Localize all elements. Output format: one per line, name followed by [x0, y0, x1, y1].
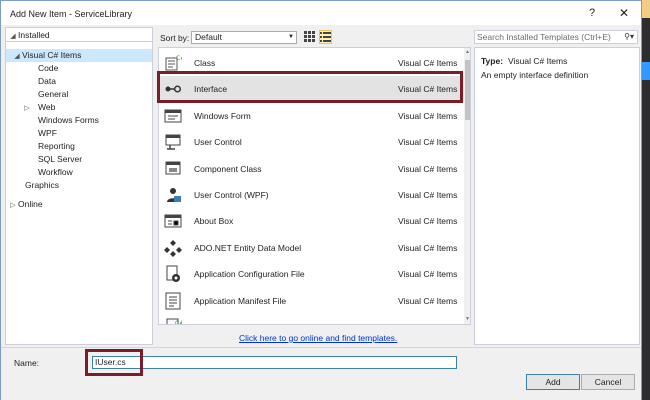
template-details-pane: Type: Visual C# Items An empty interface… [474, 47, 640, 345]
name-input[interactable]: IUser.cs [92, 356, 457, 369]
template-category: Visual C# Items [398, 163, 458, 174]
template-item-user-control[interactable]: User Control Visual C# Items [159, 129, 464, 155]
tree-item-reporting[interactable]: Reporting [38, 140, 75, 153]
template-item-windows-form[interactable]: Windows Form Visual C# Items [159, 103, 464, 129]
template-item-assembly-information-file[interactable]: C# Assembly Information File Visual C# Ite… [159, 314, 464, 325]
type-value: Visual C# Items [508, 56, 568, 66]
sort-by-select[interactable]: Default ▼ [191, 31, 297, 44]
divider [6, 41, 152, 42]
manifest-file-icon [164, 292, 182, 310]
template-category: Visual C# Items [398, 269, 458, 280]
ide-background [642, 0, 650, 400]
scrollbar-thumb[interactable] [465, 60, 470, 120]
list-icon [320, 32, 331, 42]
template-category: Visual C# Items [398, 216, 458, 227]
template-item-component-class[interactable]: Component Class Visual C# Items [159, 156, 464, 182]
tree-item-visual-csharp[interactable]: ◢ Visual C# Items [6, 49, 152, 62]
close-button[interactable]: ✕ [619, 6, 629, 20]
tree-item-sql-server[interactable]: SQL Server [38, 153, 82, 166]
medium-icons-view-button[interactable] [303, 30, 316, 44]
sort-by-label: Sort by: [160, 33, 190, 43]
template-item-ado-net-entity-data-model[interactable]: ADO.NET Entity Data Model Visual C# Items [159, 235, 464, 261]
collapsed-arrow-icon[interactable]: ▷ [22, 102, 32, 115]
template-category: Visual C# Items [398, 58, 458, 68]
dialog-title: Add New Item - ServiceLibrary [10, 9, 133, 19]
template-category: Visual C# Items [398, 110, 458, 121]
find-online-templates-link[interactable]: Click here to go online and find templat… [239, 333, 397, 343]
title-bar: Add New Item - ServiceLibrary ? ✕ [1, 1, 641, 25]
template-category: Visual C# Items [398, 137, 458, 148]
tree-item-windows-forms[interactable]: Windows Forms [38, 114, 99, 127]
template-item-user-control-wpf[interactable]: User Control (WPF) Visual C# Items [159, 182, 464, 208]
template-name: Assembly Information File [194, 322, 292, 324]
name-label: Name: [14, 358, 40, 368]
type-label: Type: [481, 56, 504, 66]
class-icon: C# [164, 54, 185, 72]
add-button[interactable]: Add [526, 374, 580, 390]
tree-item-code[interactable]: Code [38, 62, 58, 75]
template-category: Visual C# Items [398, 322, 457, 324]
add-new-item-dialog: Add New Item - ServiceLibrary ? ✕ ◢ Insta… [0, 0, 642, 400]
config-file-icon [164, 265, 182, 283]
template-name: Application Configuration File [194, 269, 305, 280]
ide-tab [642, 0, 650, 18]
name-highlight-box [85, 349, 143, 376]
template-name: Windows Form [194, 110, 251, 121]
template-item-application-manifest-file[interactable]: Application Manifest File Visual C# Items [159, 288, 464, 314]
template-name: User Control [194, 137, 242, 148]
about-box-icon [164, 212, 182, 230]
tree-item-wpf[interactable]: WPF [38, 127, 57, 140]
component-class-icon [164, 160, 182, 178]
ide-selection [642, 62, 650, 80]
scrollbar[interactable]: ▲ ▼ [464, 48, 470, 324]
category-tree: ◢ Installed ◢ Visual C# Items Code Data Ge… [5, 27, 153, 345]
tree-item-data[interactable]: Data [38, 75, 56, 88]
template-category: Visual C# Items [398, 242, 458, 253]
search-input[interactable]: Search Installed Templates (Ctrl+E) ⚲▾ [474, 30, 638, 44]
windows-form-icon [164, 107, 182, 125]
svg-text:C#: C# [176, 55, 182, 62]
collapsed-arrow-icon[interactable]: ▷ [8, 199, 18, 212]
search-icon[interactable]: ⚲▾ [624, 31, 634, 43]
svg-text:C#: C# [175, 320, 182, 325]
template-name: Class [194, 58, 216, 68]
template-item-about-box[interactable]: About Box Visual C# Items [159, 208, 464, 234]
template-name: ADO.NET Entity Data Model [194, 242, 302, 253]
template-item-application-configuration-file[interactable]: Application Configuration File Visual C# … [159, 261, 464, 287]
user-control-icon [164, 133, 182, 151]
help-button[interactable]: ? [589, 7, 595, 19]
template-description: An empty interface definition [481, 70, 589, 80]
tree-item-workflow[interactable]: Workflow [38, 166, 73, 179]
tree-item-graphics[interactable]: Graphics [25, 179, 59, 192]
list-view-button[interactable] [319, 30, 332, 44]
user-control-wpf-icon [164, 186, 182, 204]
scroll-up-icon[interactable]: ▲ [464, 49, 470, 55]
template-name: User Control (WPF) [194, 190, 269, 200]
tree-item-web[interactable]: ▷ Web [22, 101, 55, 114]
expanded-arrow-icon[interactable]: ◢ [12, 50, 22, 63]
template-name: Application Manifest File [194, 295, 287, 306]
grid-icon [304, 31, 315, 42]
template-name: Component Class [194, 163, 262, 174]
entity-data-model-icon [164, 239, 182, 257]
interface-highlight-box [157, 71, 463, 103]
chevron-down-icon: ▼ [288, 34, 294, 40]
assembly-info-icon: C# [164, 318, 184, 325]
template-category: Visual C# Items [398, 190, 458, 200]
tree-item-online[interactable]: ▷ Online [8, 198, 42, 212]
template-name: About Box [194, 216, 234, 227]
tree-item-general[interactable]: General [38, 88, 68, 101]
cancel-button[interactable]: Cancel [581, 374, 635, 390]
template-category: Visual C# Items [398, 295, 458, 306]
scroll-down-icon[interactable]: ▼ [464, 316, 470, 322]
